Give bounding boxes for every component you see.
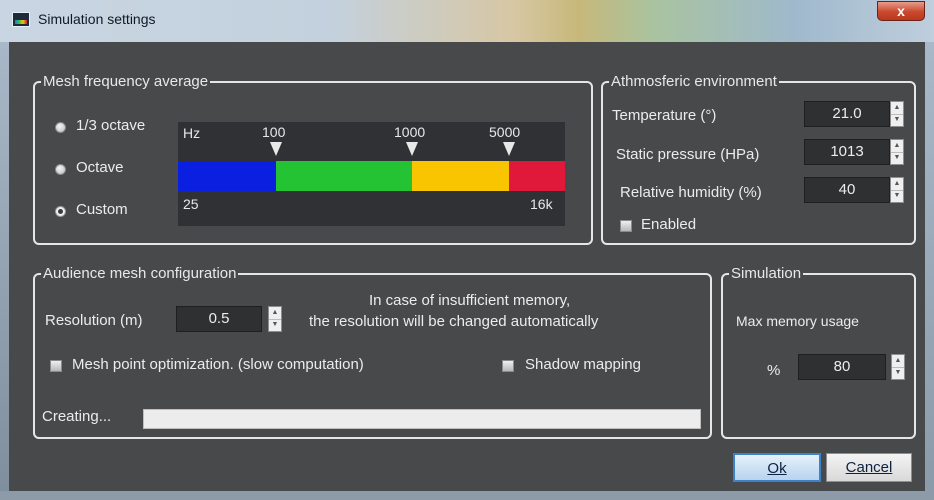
radio-octave[interactable] [55, 164, 66, 175]
window-frame-right [925, 42, 934, 500]
audience-mesh-legend: Audience mesh configuration [41, 265, 239, 282]
radio-custom[interactable] [55, 206, 66, 217]
frequency-band-slider[interactable]: Hz 100 1000 5000 25 16k [178, 122, 565, 226]
cancel-button[interactable]: Cancel [826, 453, 912, 482]
enabled-label[interactable]: Enabled [641, 216, 696, 233]
title-bar[interactable]: Simulation settings x [0, 0, 934, 42]
app-icon [12, 12, 30, 27]
dialog-body: Mesh frequency average 1/3 octave Octave… [9, 42, 925, 491]
marker-label-5000: 5000 [489, 124, 521, 140]
min-frequency-label: 25 [183, 196, 199, 212]
memory-note-line1: In case of insufficient memory, [369, 292, 571, 309]
resolution-spinner[interactable]: 0.5 ▲ ▼ [176, 306, 282, 332]
memory-down-icon[interactable]: ▼ [892, 367, 904, 379]
radio-custom-label[interactable]: Custom [76, 201, 128, 218]
marker-handle-100[interactable] [270, 142, 282, 156]
humidity-spinner[interactable]: 40 ▲ ▼ [804, 177, 904, 203]
marker-handle-1000[interactable] [406, 142, 418, 156]
mesh-optimization-checkbox[interactable] [50, 360, 62, 372]
enabled-checkbox[interactable] [620, 220, 632, 232]
temperature-input[interactable]: 21.0 [804, 101, 890, 127]
shadow-mapping-label[interactable]: Shadow mapping [525, 356, 641, 373]
marker-handle-5000[interactable] [503, 142, 515, 156]
band-red [509, 161, 565, 191]
humidity-label: Relative humidity (%) [620, 184, 762, 201]
mesh-frequency-legend: Mesh frequency average [41, 73, 211, 90]
simulation-settings-window: Simulation settings x Mesh frequency ave… [0, 0, 934, 500]
temperature-spinner[interactable]: 21.0 ▲ ▼ [804, 101, 904, 127]
max-memory-label: Max memory usage [736, 313, 859, 329]
memory-usage-spinner[interactable]: 80 ▲ ▼ [798, 354, 905, 380]
shadow-mapping-checkbox[interactable] [502, 360, 514, 372]
percent-label: % [767, 362, 781, 379]
window-frame-bottom [0, 491, 934, 500]
marker-label-1000: 1000 [394, 124, 426, 140]
creation-progress-bar [143, 409, 701, 429]
memory-note-line2: the resolution will be changed automatic… [309, 313, 599, 330]
band-green [276, 161, 412, 191]
max-frequency-label: 16k [530, 196, 553, 212]
hz-unit-label: Hz [183, 125, 201, 141]
radio-octave-label[interactable]: Octave [76, 159, 124, 176]
pressure-input[interactable]: 1013 [804, 139, 890, 165]
environment-group: Athmosferic environment Temperature (°) … [601, 73, 916, 245]
marker-label-100: 100 [262, 124, 286, 140]
resolution-input[interactable]: 0.5 [176, 306, 262, 332]
ok-button[interactable]: Ok [733, 453, 821, 482]
creating-status-label: Creating... [42, 408, 112, 425]
window-frame-left [0, 42, 9, 500]
band-blue [178, 161, 276, 191]
close-button[interactable]: x [877, 1, 925, 21]
resolution-down-icon[interactable]: ▼ [269, 319, 281, 331]
simulation-legend: Simulation [729, 265, 804, 282]
band-yellow [412, 161, 509, 191]
humidity-input[interactable]: 40 [804, 177, 890, 203]
pressure-spinner[interactable]: 1013 ▲ ▼ [804, 139, 904, 165]
environment-legend: Athmosferic environment [609, 73, 779, 90]
pressure-down-icon[interactable]: ▼ [891, 152, 903, 164]
simulation-group: Simulation Max memory usage % 80 ▲ ▼ [721, 265, 916, 439]
mesh-frequency-group: Mesh frequency average 1/3 octave Octave… [33, 73, 593, 245]
temperature-down-icon[interactable]: ▼ [891, 114, 903, 126]
temperature-label: Temperature (°) [612, 107, 717, 124]
radio-third-octave[interactable] [55, 122, 66, 133]
window-title: Simulation settings [38, 11, 156, 27]
resolution-label: Resolution (m) [45, 312, 143, 329]
pressure-label: Static pressure (HPa) [616, 146, 760, 163]
mesh-optimization-label[interactable]: Mesh point optimization. (slow computati… [72, 356, 364, 373]
radio-third-octave-label[interactable]: 1/3 octave [76, 117, 145, 134]
humidity-down-icon[interactable]: ▼ [891, 190, 903, 202]
memory-usage-input[interactable]: 80 [798, 354, 886, 380]
